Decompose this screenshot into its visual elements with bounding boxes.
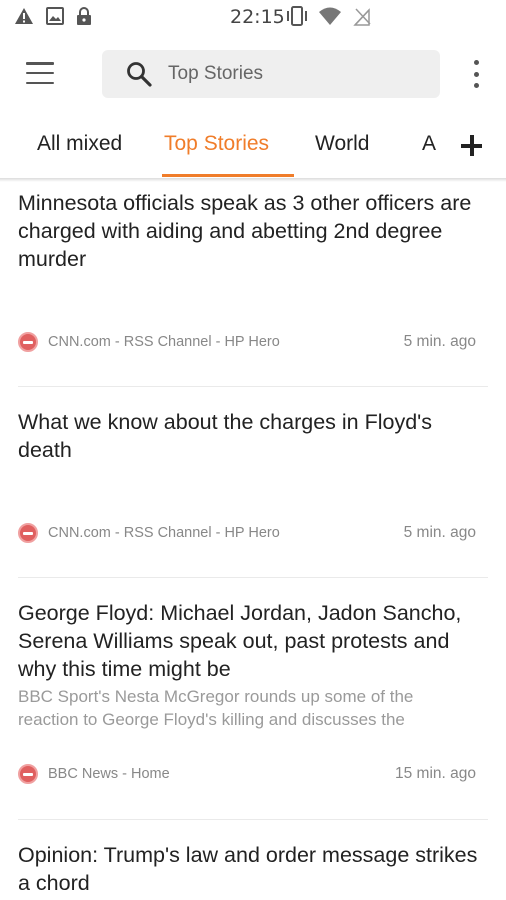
category-tabs: All mixed Top Stories World A bbox=[0, 112, 506, 178]
article-title[interactable]: What we know about the charges in Floyd'… bbox=[18, 408, 486, 464]
article-title[interactable]: Minnesota officials speak as 3 other off… bbox=[18, 189, 486, 273]
article-meta: CNN.com - RSS Channel - HP Hero 5 min. a… bbox=[18, 332, 476, 354]
article-source: BBC News - Home bbox=[48, 766, 170, 782]
lock-icon bbox=[77, 7, 91, 25]
article-source: CNN.com - RSS Channel - HP Hero bbox=[48, 334, 280, 350]
status-bar: 22:15 bbox=[0, 0, 506, 36]
article-card[interactable]: What we know about the charges in Floyd'… bbox=[0, 387, 506, 577]
tab-partial[interactable]: A bbox=[422, 132, 436, 156]
no-sim-icon bbox=[353, 8, 371, 26]
image-icon bbox=[46, 7, 64, 25]
article-card[interactable]: Opinion: Trump's law and order message s… bbox=[0, 820, 506, 900]
article-card[interactable]: Minnesota officials speak as 3 other off… bbox=[0, 182, 506, 386]
article-source: CNN.com - RSS Channel - HP Hero bbox=[48, 525, 280, 541]
tab-top-stories[interactable]: Top Stories bbox=[164, 132, 269, 156]
article-title[interactable]: George Floyd: Michael Jordan, Jadon Sanc… bbox=[18, 599, 486, 683]
warning-icon bbox=[15, 8, 33, 24]
top-app-bar bbox=[0, 36, 506, 112]
cnn-logo-icon bbox=[18, 523, 38, 543]
notification-icons bbox=[14, 6, 92, 26]
tab-world[interactable]: World bbox=[315, 132, 369, 156]
system-icons bbox=[286, 6, 372, 26]
vibrate-icon bbox=[287, 6, 307, 26]
bbc-logo-icon bbox=[18, 764, 38, 784]
search-input[interactable] bbox=[168, 50, 428, 98]
add-tab-icon[interactable] bbox=[460, 134, 484, 158]
article-time: 15 min. ago bbox=[395, 765, 476, 782]
search-bar[interactable] bbox=[102, 50, 440, 98]
article-meta: BBC News - Home 15 min. ago bbox=[18, 764, 476, 786]
article-feed[interactable]: Minnesota officials speak as 3 other off… bbox=[0, 182, 506, 900]
article-time: 5 min. ago bbox=[403, 333, 476, 350]
article-title[interactable]: Opinion: Trump's law and order message s… bbox=[18, 841, 486, 897]
tab-all-mixed[interactable]: All mixed bbox=[37, 132, 122, 156]
article-time: 5 min. ago bbox=[403, 524, 476, 541]
wifi-icon bbox=[319, 7, 341, 25]
cnn-logo-icon bbox=[18, 332, 38, 352]
article-summary: reaction to George Floyd's killing and d… bbox=[18, 710, 405, 729]
article-card[interactable]: George Floyd: Michael Jordan, Jadon Sanc… bbox=[0, 578, 506, 819]
article-summary: BBC Sport's Nesta McGregor rounds up som… bbox=[18, 687, 414, 706]
search-icon[interactable] bbox=[126, 61, 152, 87]
more-vert-icon[interactable] bbox=[468, 60, 484, 88]
hamburger-menu-icon[interactable] bbox=[26, 62, 54, 84]
active-tab-indicator bbox=[162, 174, 294, 177]
article-meta: CNN.com - RSS Channel - HP Hero 5 min. a… bbox=[18, 523, 476, 545]
clock: 22:15 bbox=[230, 6, 285, 28]
